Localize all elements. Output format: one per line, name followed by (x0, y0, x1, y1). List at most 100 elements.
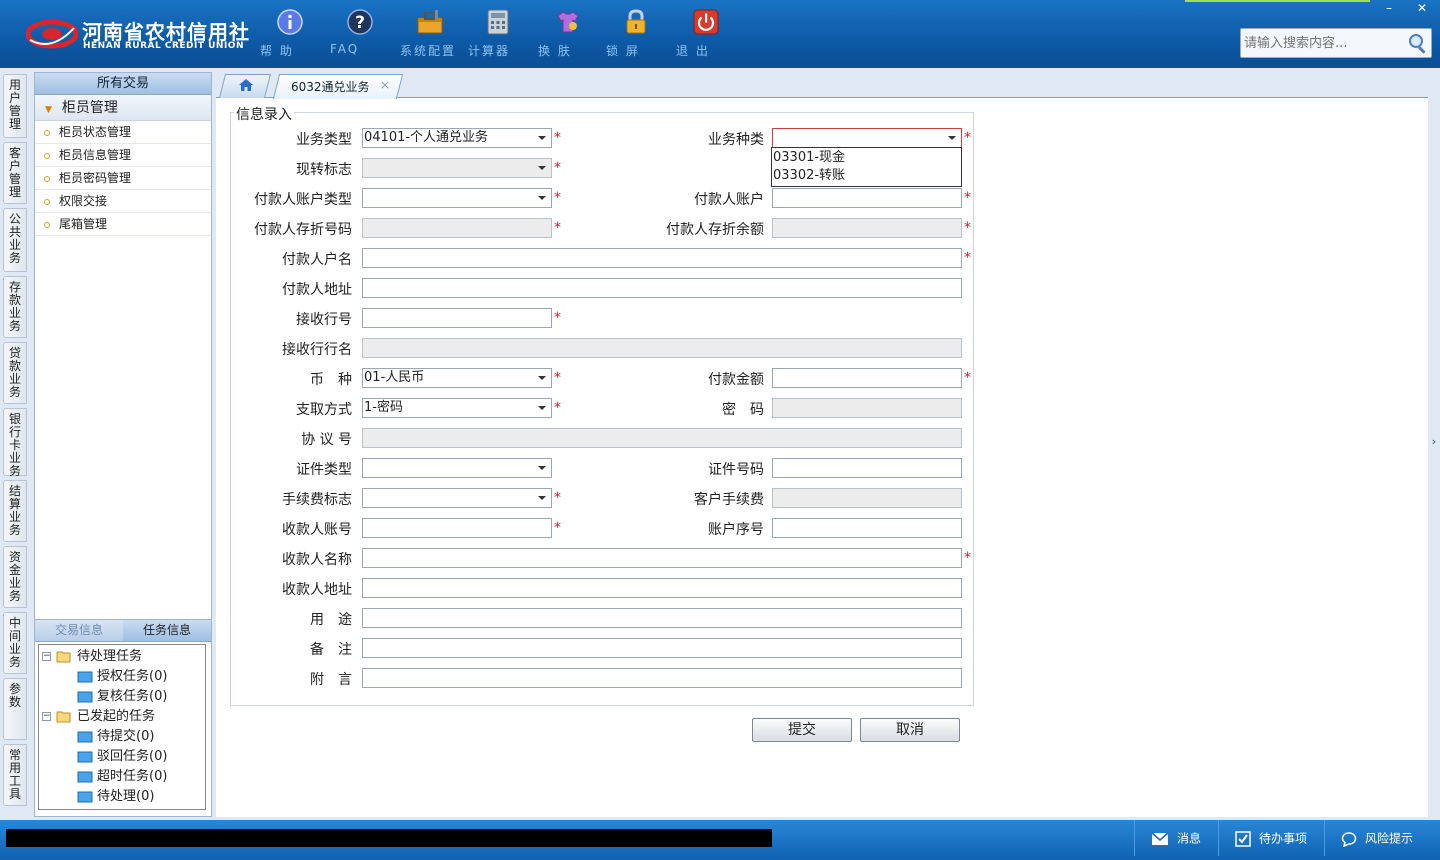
required-mark: * (554, 370, 561, 386)
tree-node-to-submit[interactable]: 待提交(0) (39, 727, 205, 747)
required-mark: * (964, 190, 971, 206)
search-icon[interactable] (1407, 32, 1429, 54)
all-transactions-header[interactable]: 所有交易 (35, 73, 211, 95)
purpose-label: 用 途 (310, 612, 352, 628)
minimize-button[interactable]: – (1372, 0, 1406, 16)
purpose-input[interactable] (362, 608, 962, 628)
required-mark: * (964, 550, 971, 566)
close-window-button[interactable]: ✕ (1405, 0, 1439, 16)
collapse-handle-icon[interactable]: › (1428, 422, 1440, 462)
payer-addr-input[interactable] (362, 278, 962, 298)
vtab-common-tools[interactable]: 常用工具 (3, 744, 27, 806)
menu-item-cash-box[interactable]: 尾箱管理 (35, 213, 211, 236)
recv-bank-no-input[interactable] (362, 308, 552, 328)
faq-label: FAQ (330, 42, 360, 56)
recv-bank-name-input[interactable] (362, 338, 962, 358)
remark-input[interactable] (362, 638, 962, 658)
teller-management-group[interactable]: ▼ 柜员管理 (35, 95, 211, 121)
folder-icon (77, 791, 93, 803)
app-header: 河南省农村信用社 HENAN RURAL CREDIT UNION 帮 助 ? … (0, 0, 1440, 68)
dropdown-option-transfer[interactable]: 03302-转账 (773, 167, 961, 185)
payer-name-input[interactable] (362, 248, 962, 268)
collapse-icon[interactable]: − (42, 712, 51, 721)
svg-text:?: ? (355, 13, 365, 33)
payee-name-input[interactable] (362, 548, 962, 568)
calculator-button[interactable]: 计算器 (468, 8, 528, 60)
tree-node-to-process[interactable]: 待处理(0) (39, 787, 205, 807)
bullet-icon (44, 198, 50, 205)
dropdown-option-cash[interactable]: 03301-现金 (773, 149, 961, 167)
agreement-input[interactable] (362, 428, 962, 448)
vtab-bank-card-business[interactable]: 银行卡业务 (3, 408, 27, 478)
search-box (1240, 28, 1432, 58)
cust-fee-input[interactable] (772, 488, 962, 508)
fee-flag-select[interactable] (362, 488, 552, 508)
menu-item-label: 权限交接 (59, 194, 108, 208)
submit-button[interactable]: 提交 (752, 718, 852, 742)
vtab-public-business[interactable]: 公共业务 (3, 208, 27, 272)
menu-item-teller-status[interactable]: 柜员状态管理 (35, 121, 211, 144)
messages-button[interactable]: 消息 (1134, 820, 1212, 856)
amount-input[interactable] (772, 368, 962, 388)
postscript-input[interactable] (362, 668, 962, 688)
id-type-select[interactable] (362, 458, 552, 478)
tree-node-pending[interactable]: − 待处理任务 (39, 647, 205, 667)
required-mark: * (554, 310, 561, 326)
payer-book-no-input[interactable] (362, 218, 552, 238)
cash-flag-select[interactable] (362, 158, 552, 178)
tree-node-rejected[interactable]: 驳回任务(0) (39, 747, 205, 767)
tree-node-timeout[interactable]: 超时任务(0) (39, 767, 205, 787)
payer-addr-label: 付款人地址 (282, 282, 352, 298)
collapse-icon[interactable]: − (42, 652, 51, 661)
exit-button[interactable]: 退 出 (676, 8, 736, 60)
payee-addr-input[interactable] (362, 578, 962, 598)
lock-screen-button[interactable]: 锁 屏 (606, 8, 666, 60)
search-input[interactable] (1241, 29, 1401, 57)
vtab-user-management[interactable]: 用户管理 (3, 74, 27, 138)
menu-item-label: 尾箱管理 (59, 217, 108, 231)
help-button[interactable]: 帮 助 (260, 8, 320, 60)
risk-alert-button[interactable]: 风险提示 (1324, 820, 1440, 856)
tab-transaction-info[interactable]: 交易信息 (35, 620, 123, 642)
calculator-label: 计算器 (468, 44, 511, 58)
acct-seq-label: 账户序号 (708, 522, 764, 538)
tab-task-info[interactable]: 任务信息 (123, 620, 211, 642)
vtab-char: 务 (8, 385, 21, 399)
fieldset-legend: 信息录入 (234, 104, 294, 124)
menu-item-label: 柜员密码管理 (59, 171, 132, 185)
vtab-settlement-business[interactable]: 结算业务 (3, 480, 27, 542)
change-skin-button[interactable]: 换 肤 (538, 8, 598, 60)
currency-select[interactable]: 01-人民币 (362, 368, 552, 388)
tree-node-initiated[interactable]: − 已发起的任务 (39, 707, 205, 727)
biz-type-select[interactable]: 04101-个人通兑业务 (362, 128, 552, 148)
menu-item-permission-handover[interactable]: 权限交接 (35, 190, 211, 213)
vtab-fund-business[interactable]: 资金业务 (3, 546, 27, 608)
folder-icon (77, 691, 93, 703)
withdraw-select[interactable]: 1-密码 (362, 398, 552, 418)
faq-button[interactable]: ? FAQ (330, 8, 390, 60)
biz-kind-select[interactable] (772, 128, 962, 148)
todo-button[interactable]: 待办事项 (1218, 820, 1324, 856)
vtab-loan-business[interactable]: 贷款业务 (3, 342, 27, 404)
payer-acct-type-select[interactable] (362, 188, 552, 208)
payer-acct-input[interactable] (772, 188, 962, 208)
password-input[interactable] (772, 398, 962, 418)
vtab-intermediary-business[interactable]: 中间业务 (3, 612, 27, 674)
id-no-input[interactable] (772, 458, 962, 478)
payer-book-bal-input[interactable] (772, 218, 962, 238)
payee-acct-input[interactable] (362, 518, 552, 538)
vtab-customer-management[interactable]: 客户管理 (3, 142, 27, 204)
tree-node-auth-tasks[interactable]: 授权任务(0) (39, 667, 205, 687)
system-config-button[interactable]: 系统配置 (400, 8, 460, 60)
home-icon[interactable] (238, 78, 254, 92)
tree-node-review-tasks[interactable]: 复核任务(0) (39, 687, 205, 707)
tab-close-icon[interactable]: × (380, 78, 390, 92)
vtab-deposit-business[interactable]: 存款业务 (3, 276, 27, 338)
acct-seq-input[interactable] (772, 518, 962, 538)
biz-type-label: 业务类型 (296, 132, 352, 148)
menu-item-teller-password[interactable]: 柜员密码管理 (35, 167, 211, 190)
vtab-parameters[interactable]: 参数 (3, 678, 27, 740)
menu-item-teller-info[interactable]: 柜员信息管理 (35, 144, 211, 167)
cancel-button[interactable]: 取消 (860, 718, 960, 742)
exit-label: 退 出 (676, 44, 710, 58)
